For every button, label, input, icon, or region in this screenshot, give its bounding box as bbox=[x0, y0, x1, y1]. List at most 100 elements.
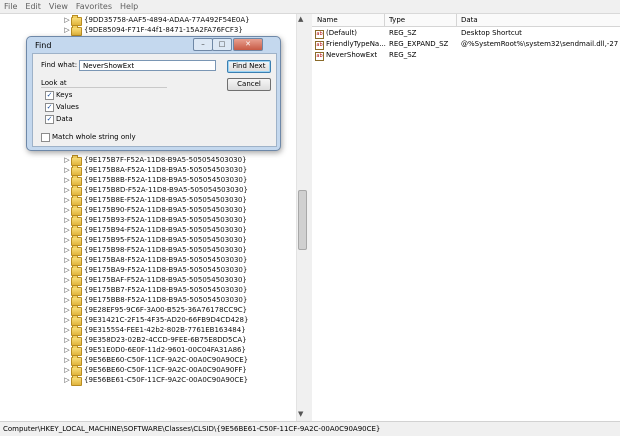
match-whole-string-checkbox[interactable] bbox=[41, 133, 50, 142]
column-data[interactable]: Data bbox=[461, 16, 478, 24]
expand-arrow-icon[interactable]: ▷ bbox=[64, 335, 70, 345]
tree-key-label: {9E175B95-F52A-11D8-B9A5-505054503030} bbox=[84, 236, 247, 244]
expand-arrow-icon[interactable]: ▷ bbox=[64, 225, 70, 235]
values-label: Values bbox=[56, 103, 79, 111]
expand-arrow-icon[interactable]: ▷ bbox=[64, 325, 70, 335]
values-header: Name Type Data bbox=[312, 14, 620, 27]
dialog-title: Find bbox=[35, 41, 52, 50]
keys-checkbox[interactable]: ✓ bbox=[45, 91, 54, 100]
menu-bar: File Edit View Favorites Help bbox=[0, 0, 620, 14]
tree-key-label: {9E28EF95-9C6F-3A00-B525-36A76178CC9C} bbox=[84, 306, 248, 314]
tree-key-label: {9E56BE61-C50F-11CF-9A2C-00A0C90A90CE} bbox=[84, 376, 249, 384]
maximize-icon[interactable]: □ bbox=[212, 38, 232, 51]
menu-help[interactable]: Help bbox=[116, 0, 142, 11]
menu-view[interactable]: View bbox=[45, 0, 72, 11]
folder-icon bbox=[71, 25, 82, 36]
checkmark-icon: ✓ bbox=[46, 91, 53, 99]
expand-arrow-icon[interactable]: ▷ bbox=[64, 375, 70, 385]
data-checkbox[interactable]: ✓ bbox=[45, 115, 54, 124]
tree-key-label: {9E175B94-F52A-11D8-B9A5-505054503030} bbox=[84, 226, 247, 234]
value-row[interactable]: ab (Default) REG_SZ Desktop Shortcut bbox=[312, 28, 620, 39]
value-name: FriendlyTypeNa... bbox=[326, 40, 386, 48]
expand-arrow-icon[interactable]: ▷ bbox=[64, 175, 70, 185]
value-data: Desktop Shortcut bbox=[461, 29, 522, 37]
scroll-down-icon[interactable]: ▼ bbox=[298, 410, 303, 418]
cancel-button[interactable]: Cancel bbox=[227, 78, 271, 91]
column-type[interactable]: Type bbox=[389, 16, 405, 24]
expand-arrow-icon[interactable]: ▷ bbox=[64, 355, 70, 365]
match-whole-string-label: Match whole string only bbox=[52, 133, 136, 141]
value-data: @%SystemRoot%\system32\sendmail.dll,-27 bbox=[461, 40, 619, 48]
close-icon[interactable]: ✕ bbox=[233, 38, 263, 51]
data-label: Data bbox=[56, 115, 73, 123]
expand-arrow-icon[interactable]: ▷ bbox=[64, 305, 70, 315]
tree-key-label: {9E3155S4-FEE1-42b2-802B-7761EB163484} bbox=[84, 326, 246, 334]
value-type: REG_SZ bbox=[389, 29, 417, 37]
status-bar: Computer\HKEY_LOCAL_MACHINE\SOFTWARE\Cla… bbox=[0, 421, 620, 436]
values-checkbox[interactable]: ✓ bbox=[45, 103, 54, 112]
value-type: REG_EXPAND_SZ bbox=[389, 40, 449, 48]
tree-key-label: {9E175B8E-F52A-11D8-B9A5-505054503030} bbox=[84, 196, 247, 204]
tree-key-label: {9E175B7F-F52A-11D8-B9A5-505054503030} bbox=[84, 156, 247, 164]
values-pane[interactable]: Name Type Data ab (Default) REG_SZ Deskt… bbox=[312, 14, 620, 421]
find-what-label: Find what: bbox=[41, 61, 78, 69]
tree-key-label: {9E175B8B-F52A-11D8-B9A5-505054503030} bbox=[84, 176, 248, 184]
tree-key-label: {9E175B8D-F52A-11D8-B9A5-505054503030} bbox=[84, 186, 248, 194]
expand-arrow-icon[interactable]: ▷ bbox=[64, 235, 70, 245]
expand-arrow-icon[interactable]: ▷ bbox=[64, 345, 70, 355]
expand-arrow-icon[interactable]: ▷ bbox=[64, 255, 70, 265]
tree-key-label: {9E175BB8-F52A-11D8-B9A5-505054503030} bbox=[84, 296, 248, 304]
minimize-icon[interactable]: – bbox=[193, 38, 213, 51]
expand-arrow-icon[interactable]: ▷ bbox=[64, 15, 70, 25]
tree-key-label: {9DD35758-AAF5-4894-ADAA-77A492F54E0A} bbox=[84, 16, 250, 24]
expand-arrow-icon[interactable]: ▷ bbox=[64, 265, 70, 275]
look-at-label: Look at bbox=[41, 79, 67, 87]
tree-key-label: {9E175BB7-F52A-11D8-B9A5-505054503030} bbox=[84, 286, 248, 294]
checkmark-icon: ✓ bbox=[46, 103, 53, 111]
scroll-thumb[interactable] bbox=[298, 190, 307, 250]
status-path: Computer\HKEY_LOCAL_MACHINE\SOFTWARE\Cla… bbox=[3, 425, 381, 433]
column-divider[interactable] bbox=[456, 14, 457, 26]
tree-scrollbar[interactable]: ▲ ▼ bbox=[296, 14, 307, 421]
column-divider[interactable] bbox=[384, 14, 385, 26]
expand-arrow-icon[interactable]: ▷ bbox=[64, 275, 70, 285]
tree-key-label: {9E175B98-F52A-11D8-B9A5-505054503030} bbox=[84, 246, 247, 254]
tree-key-label: {9E175B93-F52A-11D8-B9A5-505054503030} bbox=[84, 216, 247, 224]
expand-arrow-icon[interactable]: ▷ bbox=[64, 315, 70, 325]
expand-arrow-icon[interactable]: ▷ bbox=[64, 195, 70, 205]
tree-key-label: {9E56BE60-C50F-11CF-9A2C-00A0C90A90CE} bbox=[84, 356, 249, 364]
expand-arrow-icon[interactable]: ▷ bbox=[64, 245, 70, 255]
value-row[interactable]: ab FriendlyTypeNa... REG_EXPAND_SZ @%Sys… bbox=[312, 39, 620, 50]
menu-edit[interactable]: Edit bbox=[21, 0, 45, 11]
string-value-icon: ab bbox=[315, 41, 324, 50]
tree-key-label: {9E358D23-02B2-4CCD-9FEE-6B75E8DD5CA} bbox=[84, 336, 247, 344]
find-next-button[interactable]: Find Next bbox=[227, 60, 271, 73]
expand-arrow-icon[interactable]: ▷ bbox=[64, 25, 70, 35]
value-type: REG_SZ bbox=[389, 51, 417, 59]
value-row[interactable]: ab NeverShowExt REG_SZ bbox=[312, 50, 620, 61]
expand-arrow-icon[interactable]: ▷ bbox=[64, 155, 70, 165]
keys-label: Keys bbox=[56, 91, 73, 99]
tree-key-label: {9E56BE60-C50F-11CF-9A2C-00A0C90A90FF} bbox=[84, 366, 247, 374]
menu-file[interactable]: File bbox=[0, 0, 21, 11]
scroll-up-icon[interactable]: ▲ bbox=[298, 15, 303, 23]
find-dialog: Find – □ ✕ Find what: NeverShowExt Look … bbox=[26, 36, 281, 151]
expand-arrow-icon[interactable]: ▷ bbox=[64, 215, 70, 225]
value-name: NeverShowExt bbox=[326, 51, 378, 59]
tree-key-label: {9E175BAF-F52A-11D8-B9A5-505054503030} bbox=[84, 276, 247, 284]
find-what-input[interactable]: NeverShowExt bbox=[79, 60, 216, 71]
expand-arrow-icon[interactable]: ▷ bbox=[64, 295, 70, 305]
checkmark-icon: ✓ bbox=[46, 115, 53, 123]
tree-key-label: {9E175B8A-F52A-11D8-B9A5-505054503030} bbox=[84, 166, 248, 174]
expand-arrow-icon[interactable]: ▷ bbox=[64, 185, 70, 195]
column-name[interactable]: Name bbox=[317, 16, 338, 24]
expand-arrow-icon[interactable]: ▷ bbox=[64, 165, 70, 175]
value-name: (Default) bbox=[326, 29, 358, 37]
tree-key-label: {9E175BA8-F52A-11D8-B9A5-505054503030} bbox=[84, 256, 248, 264]
tree-key-label: {9E51E0D0-6E0F-11d2-9601-00C04FA31A86} bbox=[84, 346, 246, 354]
expand-arrow-icon[interactable]: ▷ bbox=[64, 365, 70, 375]
expand-arrow-icon[interactable]: ▷ bbox=[64, 205, 70, 215]
menu-favorites[interactable]: Favorites bbox=[72, 0, 116, 11]
tree-key-label: {9DE85094-F71F-44f1-8471-15A2FA76FCF3} bbox=[84, 26, 243, 34]
expand-arrow-icon[interactable]: ▷ bbox=[64, 285, 70, 295]
